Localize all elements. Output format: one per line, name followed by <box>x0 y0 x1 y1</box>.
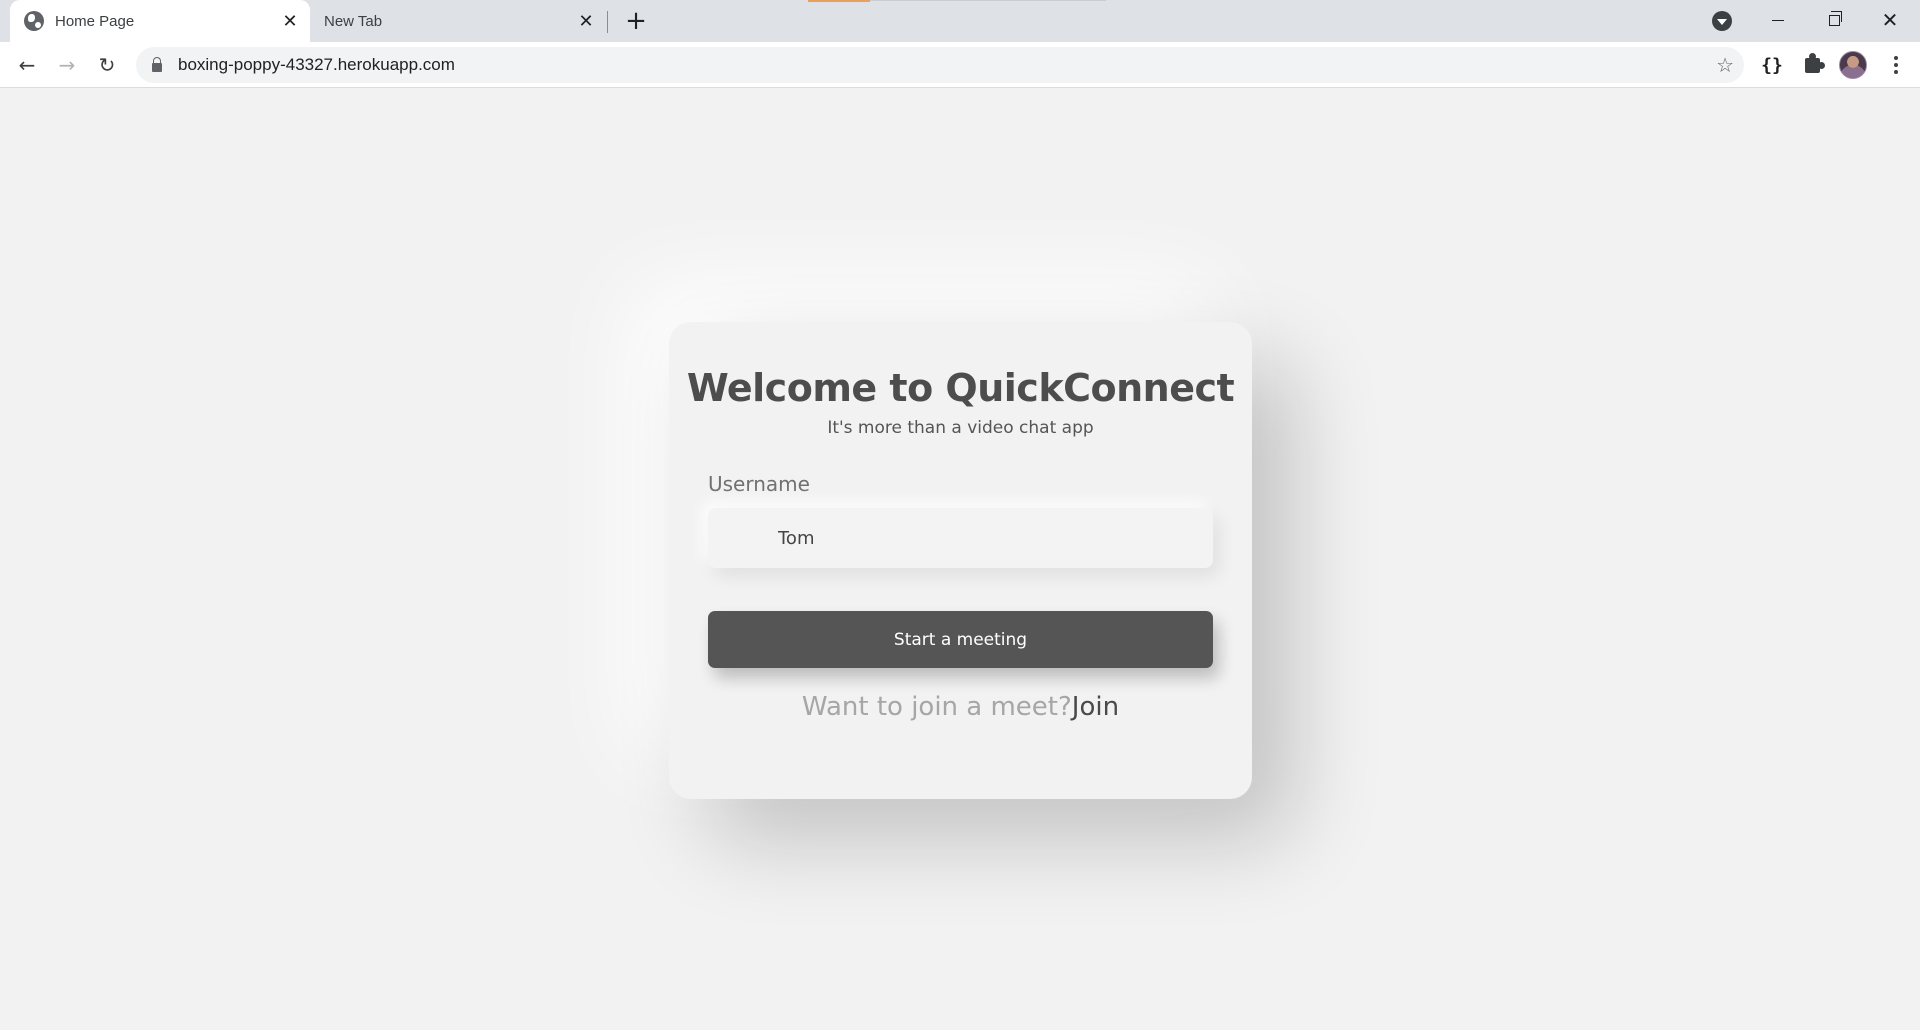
tab-title: Home Page <box>55 12 135 30</box>
start-meeting-button[interactable]: Start a meeting <box>708 611 1213 668</box>
close-tab-icon[interactable]: ✕ <box>574 9 598 33</box>
welcome-card: Welcome to QuickConnect It's more than a… <box>669 322 1252 799</box>
username-input[interactable] <box>708 508 1213 568</box>
tab-search-icon[interactable] <box>1712 11 1732 31</box>
loading-indicator <box>808 0 870 2</box>
globe-icon <box>24 11 44 31</box>
page-viewport: Welcome to QuickConnect It's more than a… <box>0 88 1920 1030</box>
close-tab-icon[interactable]: ✕ <box>278 9 302 33</box>
puzzle-icon <box>1804 52 1825 73</box>
bookmark-star-icon[interactable]: ☆ <box>1716 53 1734 77</box>
minimize-button[interactable] <box>1750 0 1806 40</box>
restore-button[interactable] <box>1806 0 1862 40</box>
address-bar[interactable]: boxing-poppy-43327.herokuapp.com ☆ <box>136 47 1744 83</box>
tab-strip: Home Page ✕ New Tab ✕ + ✕ <box>0 0 1920 42</box>
back-button[interactable]: ← <box>12 50 42 80</box>
join-line: Want to join a meet?Join <box>669 692 1252 722</box>
reload-button[interactable]: ↻ <box>92 50 122 80</box>
forward-button[interactable]: → <box>52 50 82 80</box>
url-text[interactable]: boxing-poppy-43327.herokuapp.com <box>178 55 455 75</box>
tab-strip-line <box>870 0 1106 1</box>
menu-kebab-icon[interactable] <box>1886 50 1906 80</box>
join-prompt: Want to join a meet? <box>801 692 1072 722</box>
browser-toolbar: ← → ↻ boxing-poppy-43327.herokuapp.com ☆… <box>0 42 1920 88</box>
tab-home-page[interactable]: Home Page ✕ <box>10 0 310 42</box>
braces-extension-icon[interactable]: {} <box>1757 50 1787 80</box>
username-field-wrapper <box>708 508 1213 568</box>
profile-avatar[interactable] <box>1839 51 1867 79</box>
window-close-button[interactable]: ✕ <box>1862 0 1918 40</box>
join-link[interactable]: Join <box>1072 692 1119 722</box>
tab-new-tab[interactable]: New Tab ✕ <box>310 0 606 42</box>
new-tab-button[interactable]: + <box>622 6 650 36</box>
tab-divider <box>607 11 608 33</box>
tab-title: New Tab <box>324 12 383 30</box>
minimize-icon <box>1772 19 1784 21</box>
lock-icon[interactable] <box>152 56 162 72</box>
extensions-puzzle-icon[interactable] <box>1797 50 1827 80</box>
page-subtitle: It's more than a video chat app <box>827 418 1094 438</box>
restore-icon <box>1828 10 1842 26</box>
page-title: Welcome to QuickConnect <box>686 366 1235 410</box>
username-label: Username <box>708 472 810 496</box>
